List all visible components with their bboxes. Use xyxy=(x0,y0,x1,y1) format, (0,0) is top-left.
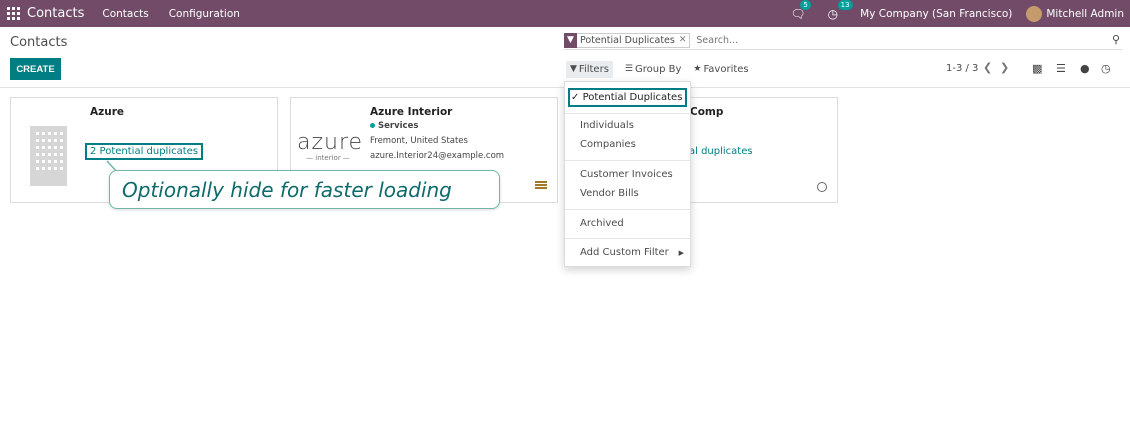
menu-contacts[interactable]: Contacts xyxy=(102,8,148,20)
pager-next-icon[interactable]: ❯ xyxy=(1000,61,1009,74)
star-icon: ★ xyxy=(693,64,702,74)
activity-stack-icon[interactable] xyxy=(535,181,547,191)
annotation-text: Optionally hide for faster loading xyxy=(122,177,452,202)
breadcrumb: Contacts xyxy=(10,35,68,50)
card-email: azure.Interior24@example.com xyxy=(370,151,505,161)
search-bar: ▼ Potential Duplicates ✕ ⚲ xyxy=(564,31,1122,50)
activities-icon[interactable]: ◷ 13 xyxy=(828,0,853,21)
apps-menu-icon[interactable] xyxy=(6,7,20,21)
potential-duplicates-link[interactable]: al duplicates xyxy=(689,146,753,157)
kanban-view-icon[interactable]: ▩ xyxy=(1032,62,1042,75)
list-view-icon[interactable]: ☰ xyxy=(1056,62,1066,75)
tab-filters[interactable]: ▼ Filters xyxy=(566,60,613,78)
create-button[interactable]: CREATE xyxy=(10,58,61,80)
dropdown-divider xyxy=(565,209,690,210)
filter-companies[interactable]: Companies xyxy=(580,139,636,150)
tab-filters-label: Filters xyxy=(578,63,609,75)
filter-customer-invoices[interactable]: Customer Invoices xyxy=(580,169,673,180)
search-facet: Potential Duplicates ✕ xyxy=(577,32,691,48)
facet-remove-icon[interactable]: ✕ xyxy=(679,35,687,45)
card-location: Fremont, United States xyxy=(370,136,468,146)
company-switcher[interactable]: My Company (San Francisco) xyxy=(860,8,1012,20)
logo-sub-text: interior xyxy=(315,154,341,162)
filters-dropdown: ✓ Potential Duplicates Individuals Compa… xyxy=(564,81,691,267)
app-brand[interactable]: Contacts xyxy=(27,6,84,21)
user-menu[interactable]: Mitchell Admin xyxy=(1046,8,1124,20)
search-icon[interactable]: ⚲ xyxy=(1112,33,1120,46)
tag-color-dot xyxy=(370,123,375,128)
filter-individuals[interactable]: Individuals xyxy=(580,120,634,131)
category-tag: Services xyxy=(370,121,418,131)
filter-archived[interactable]: Archived xyxy=(580,218,624,229)
activity-view-icon[interactable]: ◷ xyxy=(1101,62,1111,75)
filter-vendor-bills[interactable]: Vendor Bills xyxy=(580,188,639,199)
search-panel-tabs: ▼ Filters ☰ Group By ★ Favorites xyxy=(564,58,761,80)
add-custom-filter[interactable]: Add Custom Filter xyxy=(580,247,669,258)
dropdown-divider xyxy=(565,113,690,114)
tab-favorites[interactable]: ★ Favorites xyxy=(693,64,748,75)
dropdown-divider xyxy=(565,238,690,239)
filter-icon: ▼ xyxy=(570,64,577,74)
messages-badge: 5 xyxy=(800,0,811,10)
filter-label: Potential Duplicates xyxy=(582,92,683,103)
messages-icon[interactable]: 🗨 5 xyxy=(790,0,811,21)
activities-badge: 13 xyxy=(837,0,853,10)
tab-favorites-label: Favorites xyxy=(703,63,749,75)
clock-icon[interactable] xyxy=(817,182,827,192)
card-title: Comp xyxy=(690,106,724,118)
company-placeholder-image xyxy=(30,126,67,186)
tab-group-by-label: Group By xyxy=(634,63,682,75)
search-facet-label: Potential Duplicates xyxy=(580,34,675,46)
layers-icon: ☰ xyxy=(624,64,633,74)
avatar[interactable] xyxy=(1026,5,1043,22)
filter-potential-duplicates[interactable]: ✓ Potential Duplicates xyxy=(568,88,688,107)
filter-facet-icon: ▼ xyxy=(564,32,577,48)
potential-duplicates-link[interactable]: 2 Potential duplicates xyxy=(85,143,204,160)
top-navbar: Contacts Contacts Configuration 🗨 5 ◷ 13 M… xyxy=(0,0,1130,27)
annotation-callout: Optionally hide for faster loading xyxy=(109,170,500,209)
pager-value[interactable]: 1-3 / 3 xyxy=(946,63,978,74)
dropdown-divider xyxy=(565,160,690,161)
tag-label: Services xyxy=(378,121,419,131)
logo-word: azure xyxy=(297,130,364,155)
card-title: Azure xyxy=(90,106,125,118)
menu-configuration[interactable]: Configuration xyxy=(169,8,240,20)
card-title: Azure Interior xyxy=(370,106,453,118)
map-view-icon[interactable]: ● xyxy=(1080,62,1090,75)
azure-interior-logo: azure — interior — xyxy=(297,130,364,172)
checkmark-icon: ✓ xyxy=(571,92,583,103)
logo-sub: — interior — xyxy=(306,154,350,162)
caret-right-icon: ▶ xyxy=(678,249,684,257)
search-input[interactable] xyxy=(696,34,1097,46)
pager-previous-icon[interactable]: ❮ xyxy=(983,61,992,74)
tab-group-by[interactable]: ☰ Group By xyxy=(625,64,681,75)
